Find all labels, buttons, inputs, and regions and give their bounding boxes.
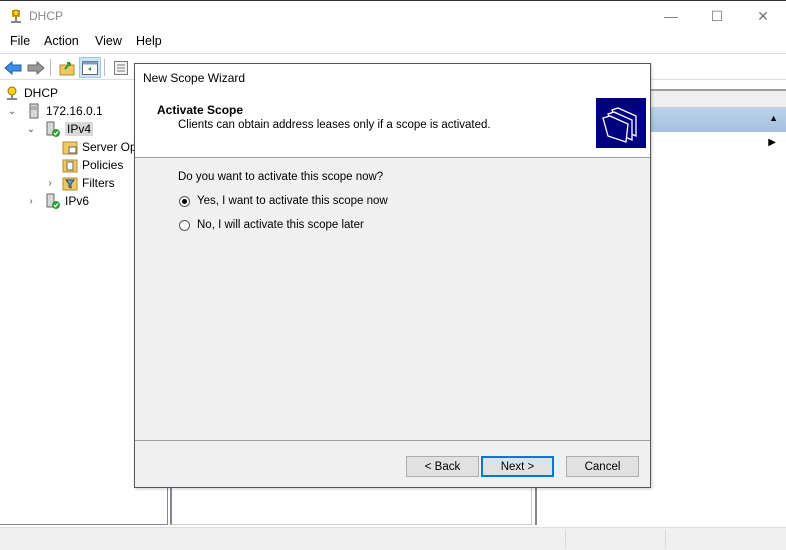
- menu-bar: File Action View Help: [0, 31, 786, 53]
- option-label: Yes, I want to activate this scope now: [197, 195, 388, 207]
- chevron-down-icon[interactable]: ⌄: [25, 124, 37, 135]
- chevron-down-icon[interactable]: ⌄: [6, 106, 18, 117]
- activate-now-option[interactable]: Yes, I want to activate this scope now: [179, 195, 388, 207]
- option-label: No, I will activate this scope later: [197, 219, 364, 231]
- tree-label: DHCP: [24, 86, 59, 100]
- export-list-button[interactable]: [110, 57, 132, 78]
- new-scope-wizard-dialog: New Scope Wizard Activate Scope Clients …: [134, 63, 651, 488]
- tree-item-ipv6[interactable]: › IPv6: [25, 192, 89, 210]
- dialog-title: New Scope Wizard: [143, 71, 246, 85]
- collapse-up-icon[interactable]: ▲: [769, 113, 778, 123]
- menu-file[interactable]: File: [10, 34, 30, 48]
- tree-label: IPv6: [65, 194, 90, 208]
- status-separator: [565, 530, 566, 548]
- wizard-heading: Activate Scope: [157, 103, 244, 117]
- tree-label: 172.16.0.1: [46, 104, 103, 118]
- status-bar: [0, 527, 786, 550]
- toolbar-separator: [104, 59, 105, 76]
- chevron-right-icon[interactable]: ›: [44, 178, 56, 189]
- cancel-button[interactable]: Cancel: [566, 456, 639, 477]
- back-arrow-icon: [4, 60, 22, 75]
- toolbar-separator: [50, 59, 51, 76]
- menu-action[interactable]: Action: [44, 34, 79, 48]
- tree-label: Filters: [82, 176, 115, 190]
- more-actions-arrow-icon[interactable]: ▶: [768, 137, 776, 148]
- up-folder-icon: [59, 61, 75, 75]
- forward-button[interactable]: [25, 57, 47, 78]
- back-button[interactable]: < Back: [406, 456, 479, 477]
- activate-question: Do you want to activate this scope now?: [178, 171, 384, 183]
- dhcp-app-icon: [11, 9, 21, 23]
- server-icon: [29, 103, 39, 119]
- title-bar: DHCP — ☐ ✕: [0, 0, 786, 31]
- maximize-button[interactable]: ☐: [694, 1, 740, 31]
- radio-unchecked[interactable]: [179, 219, 190, 231]
- show-hide-console-tree-button[interactable]: [79, 57, 101, 78]
- server-options-icon: [62, 141, 78, 155]
- tree-label: IPv4: [65, 122, 94, 136]
- console-tree-icon: [82, 60, 98, 75]
- tree-item-dhcp[interactable]: DHCP: [4, 84, 58, 102]
- back-button[interactable]: [2, 57, 24, 78]
- dhcp-icon: [7, 86, 17, 100]
- ipv6-server-icon: [46, 193, 60, 209]
- status-separator: [665, 530, 666, 548]
- folders-icon: [596, 98, 646, 148]
- tree-item-policies[interactable]: Policies: [62, 156, 123, 174]
- ipv4-server-icon: [46, 121, 60, 137]
- tree-item-server[interactable]: ⌄ 172.16.0.1: [6, 102, 103, 120]
- menu-view[interactable]: View: [95, 34, 122, 48]
- window-title: DHCP: [29, 9, 64, 23]
- export-list-icon: [114, 60, 128, 75]
- activate-later-option[interactable]: No, I will activate this scope later: [179, 219, 364, 231]
- tree-label: Server Op: [82, 140, 137, 154]
- menu-help[interactable]: Help: [136, 34, 162, 48]
- filters-icon: [62, 177, 78, 191]
- wizard-subheading: Clients can obtain address leases only i…: [178, 119, 491, 131]
- policies-icon: [62, 159, 78, 173]
- close-button[interactable]: ✕: [740, 1, 786, 31]
- tree-label: Policies: [82, 158, 124, 172]
- radio-checked[interactable]: [179, 195, 190, 207]
- wizard-header: Activate Scope Clients can obtain addres…: [135, 92, 650, 158]
- tree-item-server-options[interactable]: Server Op: [62, 138, 137, 156]
- next-button[interactable]: Next >: [481, 456, 554, 477]
- tree-item-filters[interactable]: › Filters: [44, 174, 115, 192]
- tree-item-ipv4[interactable]: ⌄ IPv4: [25, 120, 94, 138]
- minimize-button[interactable]: —: [648, 1, 694, 31]
- forward-arrow-icon: [27, 60, 45, 75]
- up-one-level-button[interactable]: [56, 57, 78, 78]
- chevron-right-icon[interactable]: ›: [25, 196, 37, 207]
- dialog-separator: [135, 440, 650, 441]
- dialog-title-bar[interactable]: New Scope Wizard: [135, 64, 650, 92]
